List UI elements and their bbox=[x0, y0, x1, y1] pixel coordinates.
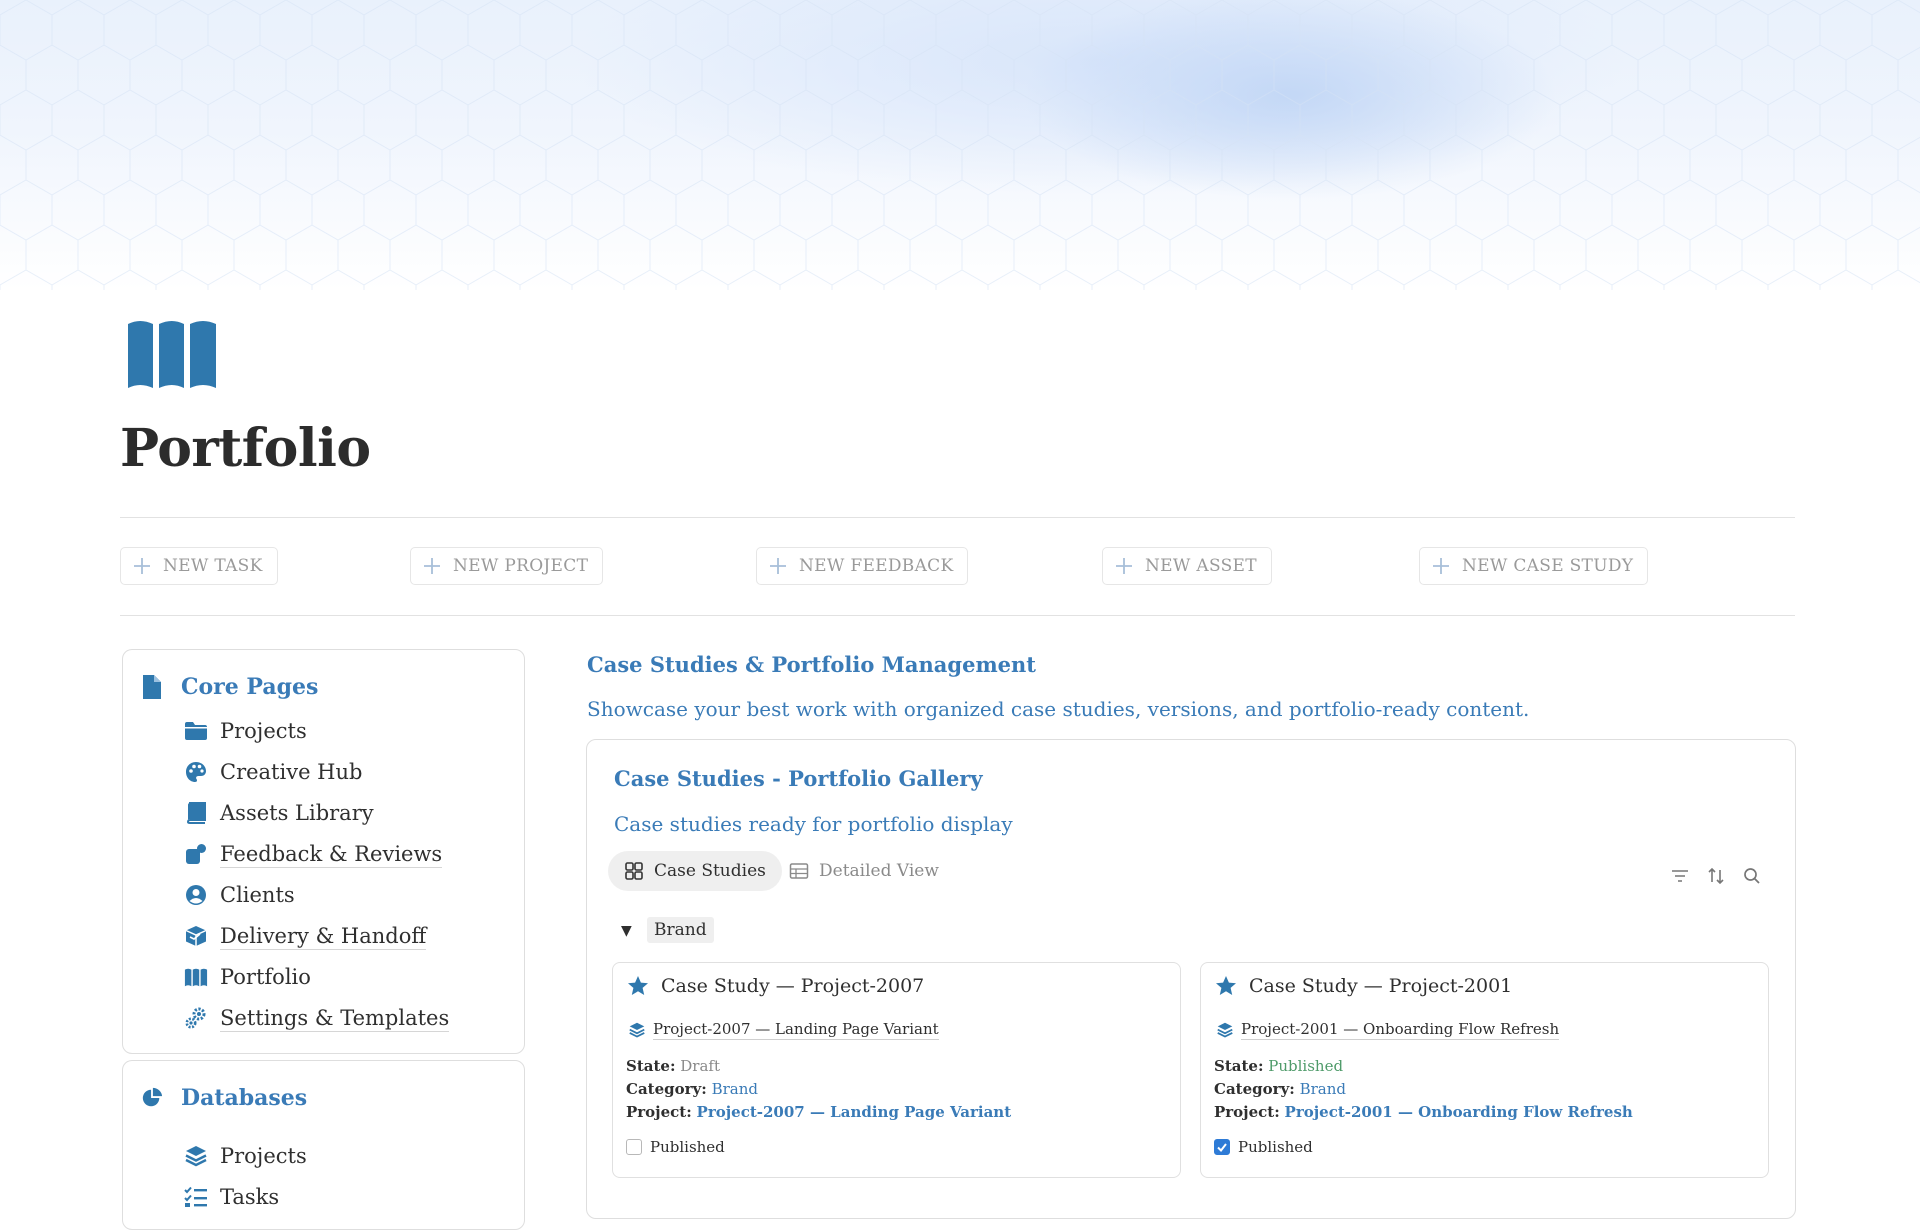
sidebar-item-creative-hub[interactable]: Creative Hub bbox=[184, 757, 362, 787]
project-property: Project: Project-2007 — Landing Page Var… bbox=[626, 1103, 1012, 1121]
new-task-button[interactable]: NEW TASK bbox=[120, 547, 278, 585]
quick-actions: NEW TASK NEW PROJECT NEW FEEDBACK NEW AS… bbox=[120, 547, 1795, 587]
section-description: Showcase your best work with organized c… bbox=[587, 697, 1530, 721]
map-book-icon bbox=[128, 321, 216, 388]
sidebar-item-settings-templates[interactable]: Settings & Templates bbox=[184, 1003, 450, 1033]
project-value-link[interactable]: Project-2007 — Landing Page Variant bbox=[697, 1103, 1012, 1121]
layers-icon bbox=[185, 1146, 207, 1167]
page-title: Portfolio bbox=[120, 418, 371, 479]
published-checkbox[interactable] bbox=[626, 1139, 642, 1155]
document-icon bbox=[143, 675, 161, 699]
category-property: Category: Brand bbox=[1214, 1080, 1346, 1098]
folder-icon bbox=[185, 722, 207, 740]
plus-icon bbox=[134, 558, 150, 574]
package-icon bbox=[185, 926, 207, 946]
group-collapse-toggle[interactable]: ▼ bbox=[621, 923, 632, 939]
divider bbox=[120, 517, 1795, 518]
plus-icon bbox=[770, 558, 786, 574]
map-icon bbox=[184, 968, 208, 987]
published-checkbox-checked[interactable] bbox=[1214, 1139, 1230, 1155]
divider bbox=[120, 615, 1795, 616]
gallery-grid-icon bbox=[625, 862, 643, 880]
sidebar-item-projects[interactable]: Projects bbox=[184, 716, 307, 746]
pie-chart-icon bbox=[142, 1087, 163, 1107]
case-study-title: Case Study — Project-2007 bbox=[661, 975, 925, 997]
published-property: Published bbox=[626, 1138, 725, 1156]
hexagon-pattern bbox=[0, 0, 1920, 290]
project-property: Project: Project-2001 — Onboarding Flow … bbox=[1214, 1103, 1633, 1121]
state-value: Draft bbox=[680, 1057, 721, 1075]
palette-icon bbox=[186, 762, 206, 782]
related-project-link[interactable]: Project-2001 — Onboarding Flow Refresh bbox=[1217, 1019, 1560, 1040]
case-study-card[interactable]: Case Study — Project-2001 Project-2001 —… bbox=[1200, 962, 1769, 1178]
tab-detailed-view[interactable]: Detailed View bbox=[773, 851, 955, 891]
category-value: Brand bbox=[1299, 1080, 1346, 1098]
sidebar-item-feedback-reviews[interactable]: Feedback & Reviews bbox=[184, 839, 443, 869]
state-property: State: Published bbox=[1214, 1057, 1344, 1075]
table-icon bbox=[789, 863, 809, 879]
cover-banner bbox=[0, 0, 1920, 290]
star-icon bbox=[1216, 976, 1236, 995]
databases-header: Databases bbox=[141, 1085, 307, 1111]
plus-icon bbox=[1116, 558, 1132, 574]
gallery-title: Case Studies - Portfolio Gallery bbox=[614, 766, 983, 791]
feedback-icon bbox=[186, 844, 206, 864]
filter-icon[interactable] bbox=[1670, 866, 1690, 886]
related-project-link[interactable]: Project-2007 — Landing Page Variant bbox=[629, 1019, 939, 1040]
state-property: State: Draft bbox=[626, 1057, 721, 1075]
databases-card: Databases Projects Tasks bbox=[122, 1060, 525, 1230]
layers-icon bbox=[629, 1022, 645, 1038]
core-pages-card: Core Pages Projects Creative Hub Assets … bbox=[122, 649, 525, 1054]
plus-icon bbox=[1433, 558, 1449, 574]
user-circle-icon bbox=[186, 885, 206, 905]
new-project-button[interactable]: NEW PROJECT bbox=[410, 547, 604, 585]
sidebar-db-tasks[interactable]: Tasks bbox=[184, 1182, 279, 1212]
new-feedback-button[interactable]: NEW FEEDBACK bbox=[756, 547, 969, 585]
checklist-icon bbox=[184, 1186, 207, 1207]
case-study-title: Case Study — Project-2001 bbox=[1249, 975, 1513, 997]
sort-icon[interactable] bbox=[1706, 866, 1726, 886]
sidebar-item-delivery-handoff[interactable]: Delivery & Handoff bbox=[184, 921, 427, 951]
sidebar-item-clients[interactable]: Clients bbox=[184, 880, 295, 910]
sidebar-item-assets-library[interactable]: Assets Library bbox=[184, 798, 374, 828]
section-title: Case Studies & Portfolio Management bbox=[587, 652, 1037, 677]
checkmark-icon bbox=[1217, 1143, 1227, 1153]
gears-icon bbox=[185, 1007, 206, 1029]
gallery-description: Case studies ready for portfolio display bbox=[614, 812, 1013, 836]
case-study-card[interactable]: Case Study — Project-2007 Project-2007 —… bbox=[612, 962, 1181, 1178]
category-property: Category: Brand bbox=[626, 1080, 758, 1098]
book-icon bbox=[186, 802, 206, 824]
tab-case-studies[interactable]: Case Studies bbox=[608, 851, 782, 891]
new-case-study-button[interactable]: NEW CASE STUDY bbox=[1419, 547, 1649, 585]
new-asset-button[interactable]: NEW ASSET bbox=[1102, 547, 1272, 585]
plus-icon bbox=[424, 558, 440, 574]
core-pages-header: Core Pages bbox=[141, 674, 318, 700]
layers-icon bbox=[1217, 1022, 1233, 1038]
star-icon bbox=[628, 976, 648, 995]
project-value-link[interactable]: Project-2001 — Onboarding Flow Refresh bbox=[1285, 1103, 1633, 1121]
category-value: Brand bbox=[711, 1080, 758, 1098]
sidebar-item-portfolio[interactable]: Portfolio bbox=[184, 962, 311, 992]
case-studies-gallery: Case Studies - Portfolio Gallery Case st… bbox=[586, 739, 1796, 1219]
state-value: Published bbox=[1268, 1057, 1344, 1075]
search-icon[interactable] bbox=[1742, 866, 1762, 886]
group-label-brand: Brand bbox=[647, 917, 714, 943]
sidebar-db-projects[interactable]: Projects bbox=[184, 1141, 307, 1171]
published-property: Published bbox=[1214, 1138, 1313, 1156]
